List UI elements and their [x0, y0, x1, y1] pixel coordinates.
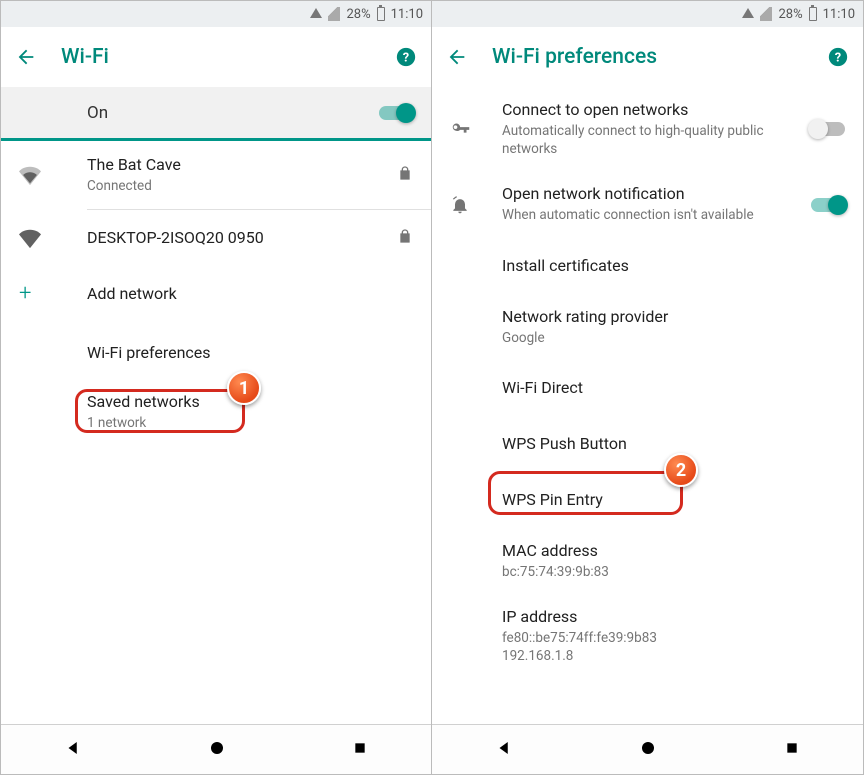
pref-title: MAC address [502, 541, 845, 561]
wps-pin-entry-row[interactable]: WPS Pin Entry [432, 472, 863, 528]
wifi-direct-row[interactable]: Wi-Fi Direct [432, 360, 863, 416]
network-ssid: The Bat Cave [87, 155, 397, 175]
network-ssid: DESKTOP-2ISOQ20 0950 [87, 228, 397, 248]
wps-push-button-row[interactable]: WPS Push Button [432, 416, 863, 472]
wifi-toggle-switch[interactable] [379, 106, 413, 120]
sd-card-icon [760, 7, 772, 21]
wifi-master-toggle-row[interactable]: On [1, 87, 431, 141]
sd-card-icon [328, 7, 340, 21]
pref-title: Network rating provider [502, 307, 845, 327]
back-button[interactable] [15, 46, 37, 68]
nav-recents-button[interactable] [784, 740, 800, 760]
pref-title: Connect to open networks [502, 100, 811, 120]
nav-back-button[interactable] [495, 739, 513, 761]
pref-title: WPS Pin Entry [502, 490, 845, 510]
battery-icon [377, 7, 385, 21]
back-button[interactable] [446, 46, 468, 68]
open-network-notification-row[interactable]: Open network notification When automatic… [432, 171, 863, 237]
ip-address-row: IP address fe80::be75:74ff:fe39:9b83 192… [432, 594, 863, 665]
pref-title: WPS Push Button [502, 434, 845, 454]
saved-networks-sub: 1 network [87, 414, 413, 432]
phone-wifi-prefs-screen: 28% 11:10 Wi-Fi preferences ? Connect to… [432, 1, 863, 774]
network-status: Connected [87, 177, 397, 195]
wifi-toggle-label: On [87, 103, 108, 123]
add-network-label: Add network [87, 284, 413, 304]
saved-networks-label: Saved networks [87, 392, 413, 412]
clock: 11:10 [391, 7, 423, 22]
install-certificates-row[interactable]: Install certificates [432, 238, 863, 294]
page-title: Wi-Fi preferences [492, 45, 803, 69]
app-bar: Wi-Fi preferences ? [432, 27, 863, 87]
pref-sub: Automatically connect to high-quality pu… [502, 122, 811, 158]
saved-networks-row[interactable]: Saved networks 1 network [1, 378, 431, 446]
pref-sub: Google [502, 329, 845, 347]
android-navbar [1, 724, 431, 774]
notification-switch[interactable] [811, 198, 845, 212]
bell-icon [446, 195, 502, 215]
pref-sub: When automatic connection isn't availabl… [502, 206, 811, 224]
mac-address-row: MAC address bc:75:74:39:9b:83 [432, 528, 863, 594]
wifi-preferences-row[interactable]: Wi-Fi preferences [1, 322, 431, 378]
svg-text:?: ? [835, 51, 841, 66]
help-button[interactable]: ? [395, 46, 417, 68]
android-navbar [432, 724, 863, 774]
phone-wifi-screen: 28% 11:10 Wi-Fi ? On The Bat [1, 1, 432, 774]
nav-recents-button[interactable] [352, 740, 368, 760]
add-network-row[interactable]: + Add network [1, 266, 431, 322]
help-button[interactable]: ? [827, 46, 849, 68]
wifi-signal-icon [310, 8, 322, 18]
nav-home-button[interactable] [639, 739, 657, 761]
nav-home-button[interactable] [208, 739, 226, 761]
battery-pct: 28% [778, 7, 802, 22]
wifi-strength-icon [15, 164, 87, 186]
plus-icon: + [15, 283, 87, 305]
pref-title: Install certificates [502, 256, 845, 276]
network-row[interactable]: DESKTOP-2ISOQ20 0950 [1, 210, 431, 266]
svg-text:?: ? [403, 51, 409, 66]
network-rating-row[interactable]: Network rating provider Google [432, 294, 863, 360]
wifi-preferences-label: Wi-Fi preferences [87, 343, 413, 363]
pref-title: Open network notification [502, 184, 811, 204]
page-title: Wi-Fi [61, 45, 371, 69]
status-bar: 28% 11:10 [432, 1, 863, 27]
open-networks-switch[interactable] [811, 122, 845, 136]
pref-title: Wi-Fi Direct [502, 378, 845, 398]
clock: 11:10 [823, 7, 855, 22]
wifi-strength-icon [15, 227, 87, 249]
network-row[interactable]: The Bat Cave Connected [1, 141, 431, 209]
ip-value: fe80::be75:74ff:fe39:9b83 192.168.1.8 [502, 629, 845, 665]
mac-value: bc:75:74:39:9b:83 [502, 563, 845, 581]
pref-title: IP address [502, 607, 845, 627]
lock-icon [397, 165, 413, 185]
lock-icon [397, 228, 413, 248]
connect-open-networks-row[interactable]: Connect to open networks Automatically c… [432, 87, 863, 171]
status-bar: 28% 11:10 [1, 1, 431, 27]
battery-pct: 28% [346, 7, 370, 22]
app-bar: Wi-Fi ? [1, 27, 431, 87]
wifi-signal-icon [742, 8, 754, 18]
key-icon [446, 118, 502, 140]
nav-back-button[interactable] [64, 739, 82, 761]
battery-icon [809, 7, 817, 21]
